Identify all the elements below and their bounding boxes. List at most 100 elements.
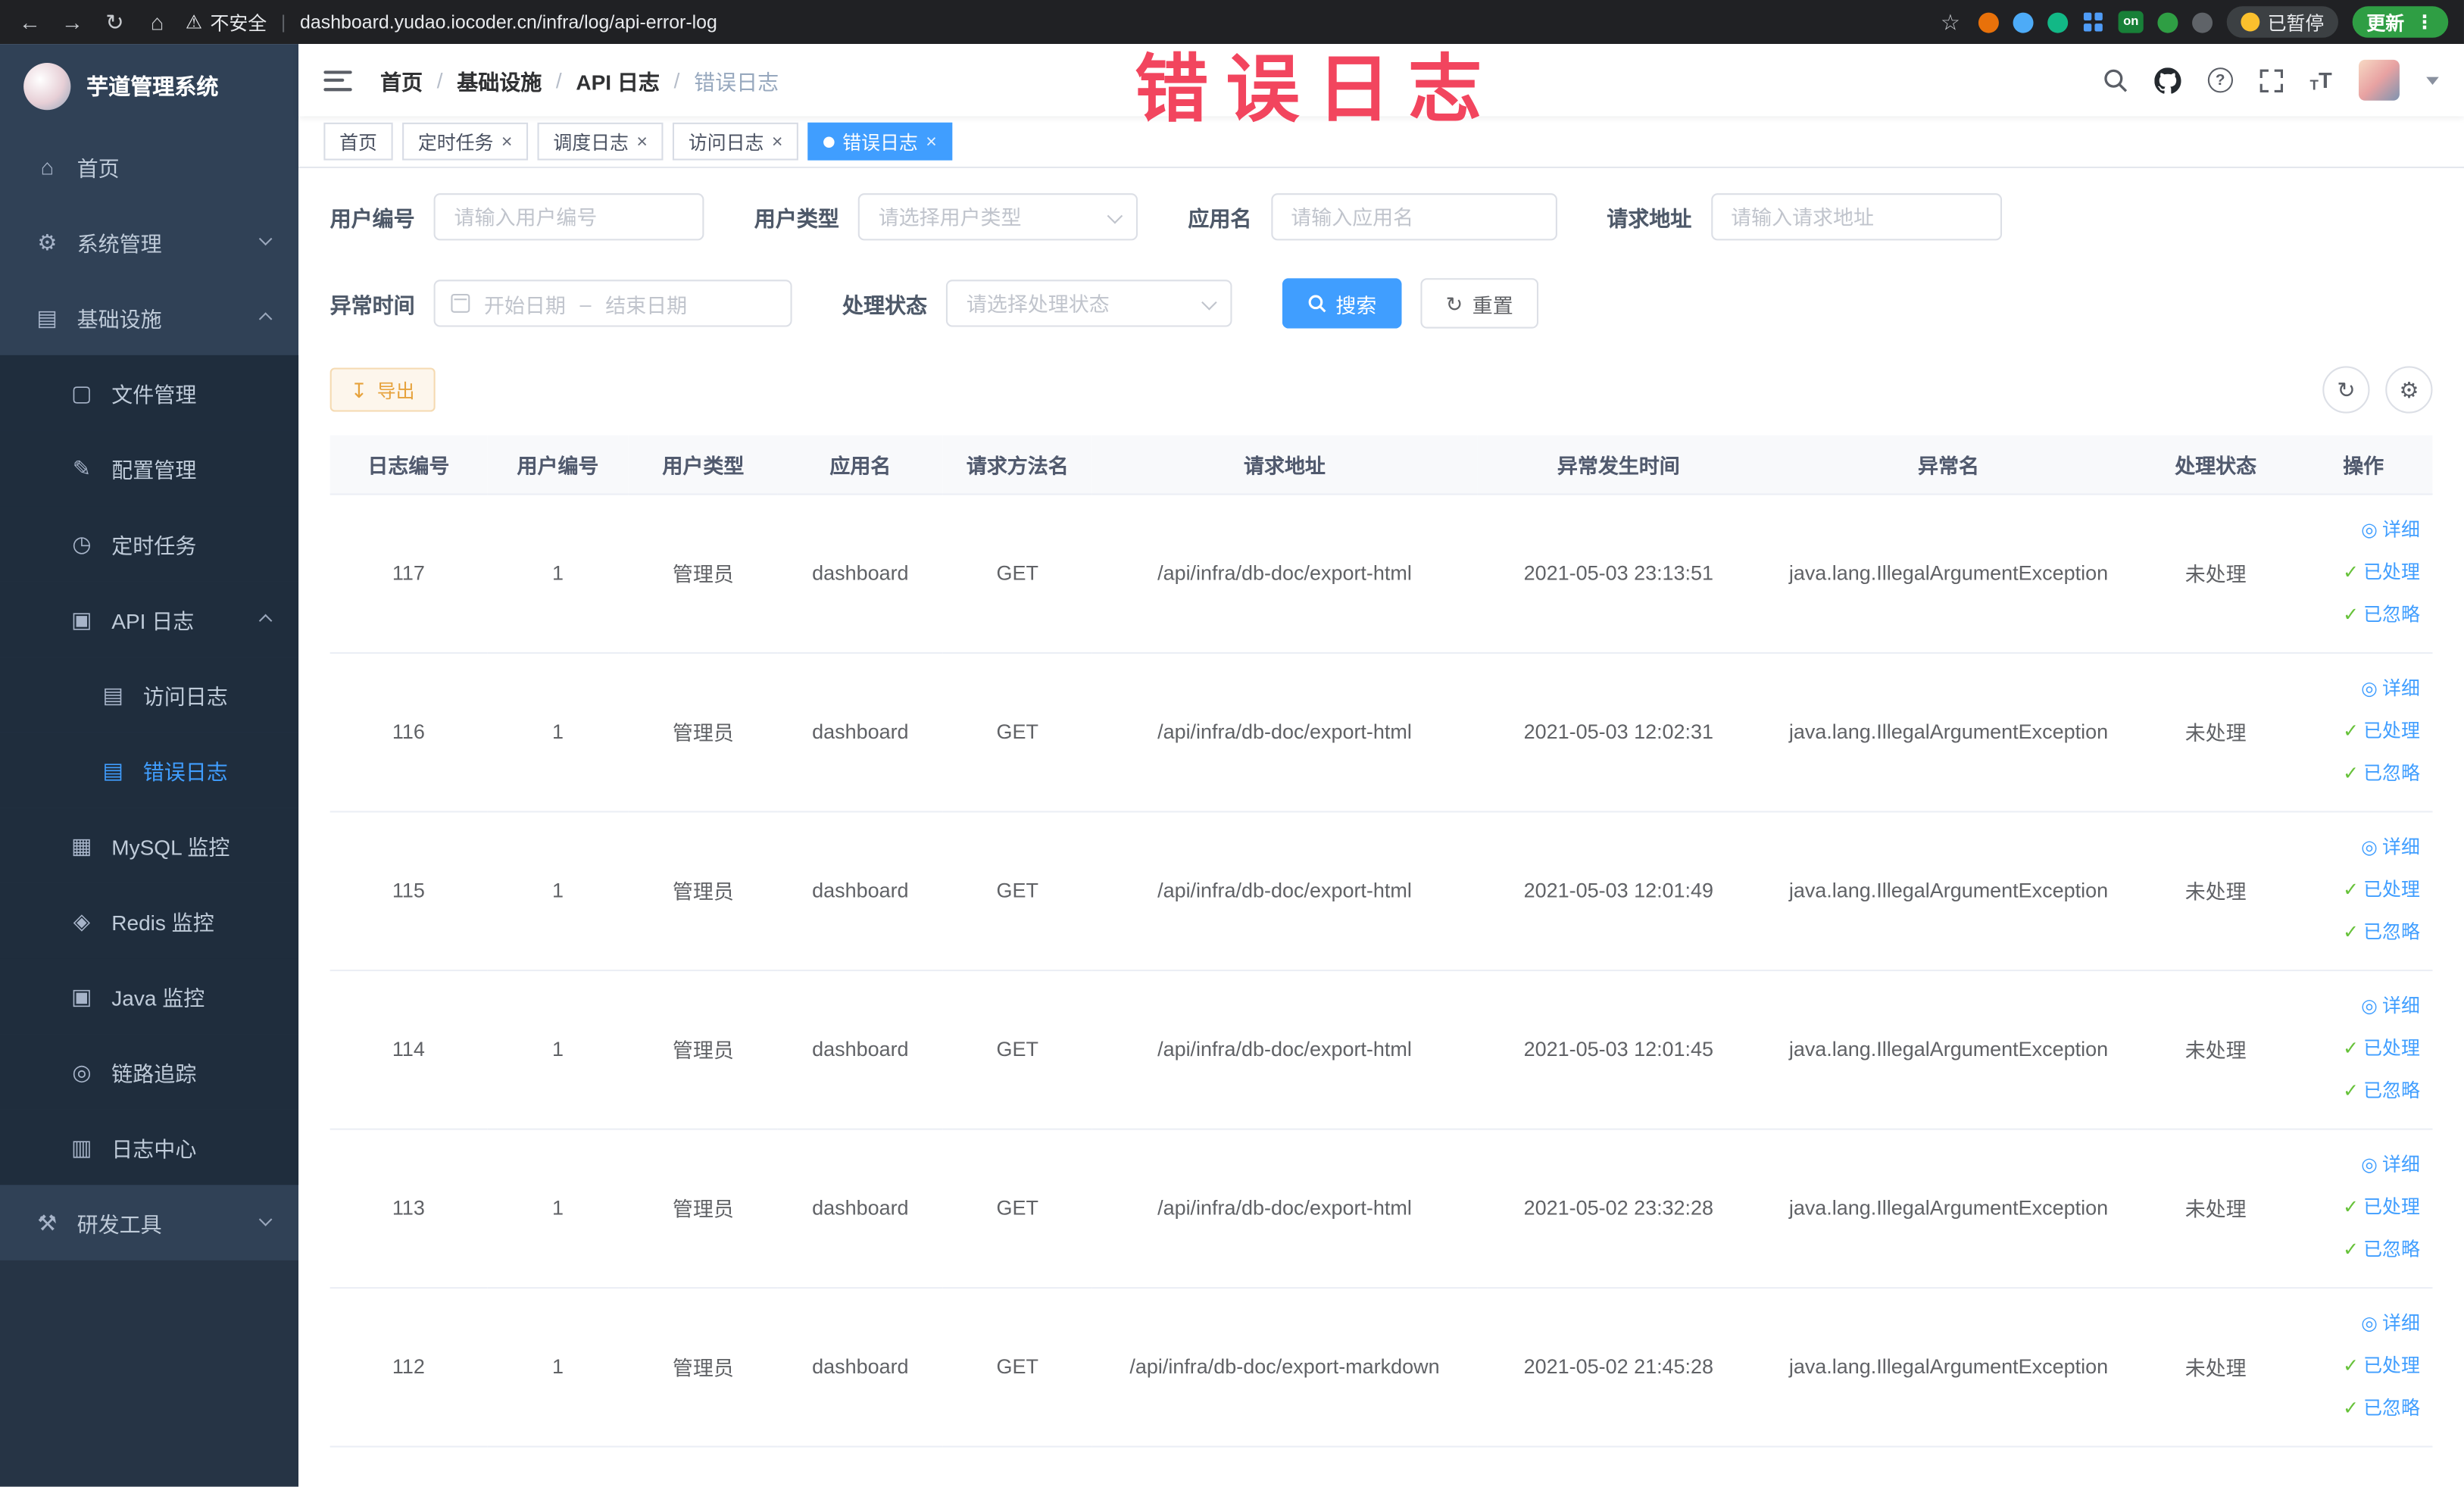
sidebar-item-系统管理[interactable]: ⚙ 系统管理 [0,205,298,280]
table-cell: GET [942,970,1092,1129]
user-type-select-input[interactable] [857,193,1138,241]
table-cell: 未处理 [2137,811,2294,971]
extension-icon-grid[interactable] [2082,11,2104,33]
ignored-link[interactable]: ✓ 已忽略 [2343,754,2420,794]
back-icon[interactable]: ← [16,9,44,34]
tag-调度日志[interactable]: 调度日志 × [537,122,664,161]
ignored-link[interactable]: ✓ 已忽略 [2343,913,2420,952]
user-avatar[interactable] [2358,59,2400,101]
ignored-link[interactable]: ✓ 已忽略 [2343,595,2420,635]
search-button[interactable]: 搜索 [1282,278,1402,329]
sidebar-item-MySQL 监控[interactable]: ▦ MySQL 监控 [0,808,299,883]
breadcrumb-item[interactable]: 基础设施 [457,64,542,95]
avatar-caret-icon[interactable] [2426,76,2439,84]
process-status-select[interactable] [945,280,1232,327]
export-button[interactable]: ↧ 导出 [329,367,436,412]
processed-link[interactable]: ✓ 已处理 [2343,1188,2420,1227]
sidebar-item-定时任务[interactable]: ◷ 定时任务 [0,506,299,582]
chrome-update-button[interactable]: 更新 ⋮ [2352,6,2449,38]
tag-close-icon[interactable]: × [772,132,783,151]
tag-访问日志[interactable]: 访问日志 × [673,122,799,161]
sidebar-item-label: 首页 [77,157,120,181]
table-cell: GET [942,1287,1092,1447]
ignored-link[interactable]: ✓ 已忽略 [2343,1230,2420,1270]
sidebar-item-配置管理[interactable]: ✎ 配置管理 [0,430,299,507]
request-url-input[interactable] [1710,193,2002,241]
detail-link[interactable]: ◎ 详细 [2361,511,2420,550]
extension-icon-leaf[interactable] [2157,11,2178,33]
sidebar-item-Redis 监控[interactable]: ◈ Redis 监控 [0,883,299,959]
app-name-input[interactable] [1270,193,1557,241]
tag-close-icon[interactable]: × [501,132,513,151]
font-size-icon[interactable]: TT [2310,67,2332,92]
date-range-picker[interactable]: 开始日期 – 结束日期 [433,280,792,327]
ignored-link[interactable]: ✓ 已忽略 [2343,1389,2420,1429]
extension-icon-orange[interactable] [1978,11,2000,33]
sidebar-item-链路追踪[interactable]: ◎ 链路追踪 [0,1034,299,1110]
fullscreen-icon[interactable] [2259,68,2283,92]
app-logo[interactable]: 芋道管理系统 [0,44,298,129]
extension-icon-on-badge[interactable]: on [2118,11,2144,33]
refresh-button[interactable]: ↻ [2322,366,2370,414]
processed-link[interactable]: ✓ 已处理 [2343,712,2420,751]
forward-icon[interactable]: → [58,9,86,34]
sidebar-item-访问日志[interactable]: ▤ 访问日志 [0,657,299,733]
processed-link[interactable]: ✓ 已处理 [2343,870,2420,910]
sidebar-item-label: Java 监控 [111,986,205,1011]
detail-link[interactable]: ◎ 详细 [2361,670,2420,709]
detail-link[interactable]: ◎ 详细 [2361,828,2420,867]
help-icon[interactable]: ? [2207,67,2233,93]
tag-close-icon[interactable]: × [926,132,937,151]
tag-错误日志[interactable]: 错误日志 × [807,122,953,161]
sidebar-item-基础设施[interactable]: ▤ 基础设施 [0,280,298,355]
browser-home-icon[interactable]: ⌂ [143,9,171,34]
tag-close-icon[interactable]: × [636,132,648,151]
detail-link[interactable]: ◎ 详细 [2361,987,2420,1026]
user-type-select[interactable] [857,193,1138,241]
address-bar-url[interactable]: dashboard.yudao.iocoder.cn/infra/log/api… [300,11,717,33]
tag-首页[interactable]: 首页 [323,122,393,161]
site-security-indicator[interactable]: ⚠ 不安全 [186,8,267,35]
extension-icon-green[interactable] [2047,11,2069,33]
check-icon: ✓ [2343,920,2359,943]
sidebar-item-API 日志[interactable]: ▣ API 日志 [0,581,299,658]
github-icon[interactable] [2154,67,2181,93]
header: 首页 / 基础设施 / API 日志 / 错误日志 ? TT [298,44,2464,117]
actions-cell: ◎ 详细 ✓ 已处理 ✓ 已忽略 [2294,970,2433,1129]
sidebar-filler [0,1260,299,1487]
ignored-link[interactable]: ✓ 已忽略 [2343,1072,2420,1111]
end-date-placeholder: 结束日期 [605,292,688,317]
collapse-menu-icon[interactable] [323,70,352,91]
extension-icon-pin[interactable] [2192,11,2213,33]
column-header-异常发生时间: 异常发生时间 [1477,435,1760,495]
detail-link[interactable]: ◎ 详细 [2361,1145,2420,1185]
extension-icon-blue[interactable] [2013,11,2034,33]
bookmark-star-icon[interactable]: ☆ [1936,8,1964,35]
paused-extension-badge[interactable]: 已暂停 [2226,6,2338,38]
user-id-input[interactable] [433,193,704,241]
reload-icon[interactable]: ↻ [101,8,129,35]
processed-link[interactable]: ✓ 已处理 [2343,1347,2420,1386]
detail-link[interactable]: ◎ 详细 [2361,1304,2420,1344]
sidebar: 芋道管理系统 ⌂ 首页 ⚙ 系统管理 ▤ 基础设施 ▢ 文件管理 ✎ 配置管理 ◷ 定时任务 ▣ API … [0,44,299,1487]
sidebar-item-日志中心[interactable]: ▥ 日志中心 [0,1109,299,1186]
reset-button[interactable]: ↻ 重置 [1420,278,1538,329]
table-cell: GET [942,651,1092,812]
processed-link[interactable]: ✓ 已处理 [2343,553,2420,592]
table-cell: 117 [329,493,488,653]
sidebar-item-错误日志[interactable]: ▤ 错误日志 [0,732,299,808]
sidebar-item-Java 监控[interactable]: ▣ Java 监控 [0,958,299,1035]
processed-link[interactable]: ✓ 已处理 [2343,1029,2420,1069]
sidebar-item-研发工具[interactable]: ⚒ 研发工具 [0,1185,298,1261]
action-links: ◎ 详细 ✓ 已处理 ✓ 已忽略 [2300,987,2420,1111]
process-status-select-input[interactable] [945,280,1232,327]
breadcrumb-item[interactable]: API 日志 [576,64,660,95]
search-icon[interactable] [2103,67,2128,92]
actions-cell: ◎ 详细 ✓ 已处理 ✓ 已忽略 [2294,651,2433,812]
column-settings-button[interactable]: ⚙ [2385,366,2433,414]
tag-定时任务[interactable]: 定时任务 × [402,122,529,161]
breadcrumb-item[interactable]: 首页 [380,64,423,95]
table-tools: ↻ ⚙ [2307,366,2433,414]
sidebar-item-文件管理[interactable]: ▢ 文件管理 [0,355,299,431]
sidebar-item-首页[interactable]: ⌂ 首页 [0,129,298,205]
